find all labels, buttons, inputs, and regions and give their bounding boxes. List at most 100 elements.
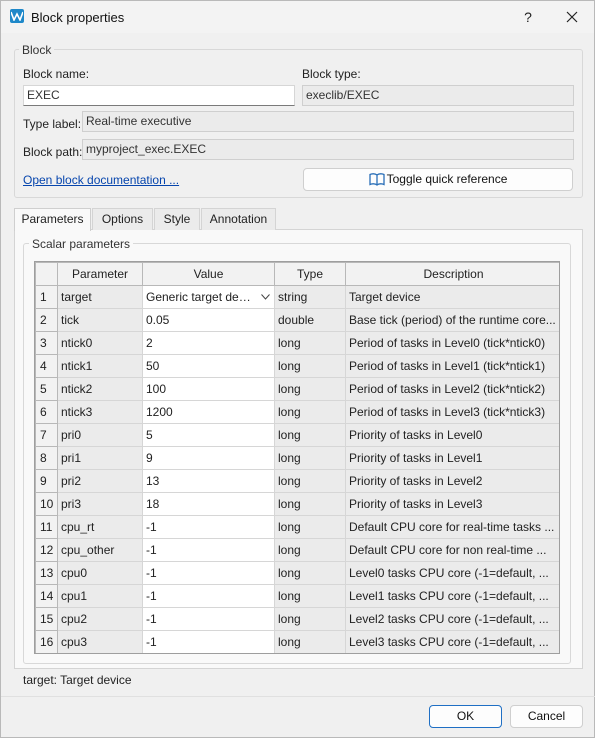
param-value-cell[interactable]: 13	[142, 469, 275, 493]
column-header-value[interactable]: Value	[142, 262, 275, 286]
param-name-cell: ntick0	[57, 331, 143, 355]
param-value-cell[interactable]: -1	[142, 630, 275, 653]
row-number[interactable]: 10	[35, 492, 58, 516]
param-type-cell: long	[274, 607, 346, 631]
param-desc-cell: Target device	[345, 285, 559, 309]
table-row: 8 pri1 9 long Priority of tasks in Level…	[35, 446, 559, 470]
param-desc-cell: Period of tasks in Level1 (tick*ntick1)	[345, 354, 559, 378]
table-row: 1 target Generic target device string Ta…	[35, 285, 559, 309]
param-name-cell: cpu_other	[57, 538, 143, 562]
param-value-cell[interactable]: 18	[142, 492, 275, 516]
param-type-cell: long	[274, 331, 346, 355]
param-type-cell: long	[274, 630, 346, 653]
ok-button[interactable]: OK	[429, 705, 502, 728]
param-value-cell[interactable]: 9	[142, 446, 275, 470]
param-value-cell[interactable]: 1200	[142, 400, 275, 424]
block-name-label: Block name:	[23, 67, 90, 81]
table-row: 14 cpu1 -1 long Level1 tasks CPU core (-…	[35, 584, 559, 608]
row-number[interactable]: 5	[35, 377, 58, 401]
param-name-cell: target	[57, 285, 143, 309]
type-label-field: Real-time executive	[82, 111, 574, 132]
row-number[interactable]: 11	[35, 515, 58, 539]
param-value-cell[interactable]: 2	[142, 331, 275, 355]
param-name-cell: pri0	[57, 423, 143, 447]
row-number[interactable]: 7	[35, 423, 58, 447]
table-header-row: Parameter Value Type Description	[35, 262, 559, 286]
table-row: 4 ntick1 50 long Period of tasks in Leve…	[35, 354, 559, 378]
row-number[interactable]: 12	[35, 538, 58, 562]
param-type-cell: double	[274, 308, 346, 332]
table-row: 12 cpu_other -1 long Default CPU core fo…	[35, 538, 559, 562]
param-name-cell: pri3	[57, 492, 143, 516]
param-desc-cell: Level3 tasks CPU core (-1=default, ...	[345, 630, 559, 653]
block-name-input[interactable]: EXEC	[23, 85, 295, 106]
param-desc-cell: Period of tasks in Level3 (tick*ntick3)	[345, 400, 559, 424]
param-type-cell: long	[274, 377, 346, 401]
param-desc-cell: Level0 tasks CPU core (-1=default, ...	[345, 561, 559, 585]
row-number[interactable]: 6	[35, 400, 58, 424]
open-documentation-link[interactable]: Open block documentation ...	[23, 173, 179, 187]
tab-style[interactable]: Style	[154, 208, 200, 230]
param-value-cell[interactable]: 50	[142, 354, 275, 378]
param-type-cell: long	[274, 423, 346, 447]
column-header-type[interactable]: Type	[274, 262, 346, 286]
tab-parameters[interactable]: Parameters	[14, 208, 91, 231]
param-desc-cell: Period of tasks in Level2 (tick*ntick2)	[345, 377, 559, 401]
param-name-cell: pri1	[57, 446, 143, 470]
param-value-cell[interactable]: -1	[142, 607, 275, 631]
cancel-button[interactable]: Cancel	[510, 705, 583, 728]
param-desc-cell: Default CPU core for non real-time ...	[345, 538, 559, 562]
param-type-cell: long	[274, 515, 346, 539]
tab-annotation[interactable]: Annotation	[201, 208, 276, 230]
block-path-label: Block path:	[23, 145, 83, 159]
table-row: 2 tick 0.05 double Base tick (period) of…	[35, 308, 559, 332]
column-header-description[interactable]: Description	[345, 262, 559, 286]
param-type-cell: long	[274, 561, 346, 585]
param-value-cell[interactable]: 100	[142, 377, 275, 401]
column-header-parameter[interactable]: Parameter	[57, 262, 143, 286]
param-value-cell[interactable]: -1	[142, 561, 275, 585]
param-desc-cell: Priority of tasks in Level2	[345, 469, 559, 493]
table-row: 9 pri2 13 long Priority of tasks in Leve…	[35, 469, 559, 493]
row-number[interactable]: 15	[35, 607, 58, 631]
table-row: 3 ntick0 2 long Period of tasks in Level…	[35, 331, 559, 355]
toggle-quick-reference-button[interactable]: Toggle quick reference	[303, 168, 573, 191]
scalar-parameters-title: Scalar parameters	[29, 237, 134, 251]
param-desc-cell: Priority of tasks in Level0	[345, 423, 559, 447]
param-value-cell[interactable]: 5	[142, 423, 275, 447]
row-number[interactable]: 14	[35, 584, 58, 608]
help-button[interactable]: ?	[508, 5, 548, 29]
block-type-label: Block type:	[302, 67, 361, 81]
param-name-cell: tick	[57, 308, 143, 332]
table-row: 16 cpu3 -1 long Level3 tasks CPU core (-…	[35, 630, 559, 653]
close-button[interactable]	[552, 5, 592, 29]
param-type-cell: long	[274, 492, 346, 516]
row-number[interactable]: 1	[35, 285, 58, 309]
footer-divider	[1, 696, 595, 697]
row-number[interactable]: 9	[35, 469, 58, 493]
param-value-cell[interactable]: -1	[142, 584, 275, 608]
row-number[interactable]: 13	[35, 561, 58, 585]
param-value-cell[interactable]: -1	[142, 515, 275, 539]
block-path-field: myproject_exec.EXEC	[82, 139, 574, 160]
row-number[interactable]: 4	[35, 354, 58, 378]
param-value-cell[interactable]: 0.05	[142, 308, 275, 332]
target-device-dropdown[interactable]: Generic target device	[142, 285, 275, 309]
param-name-cell: ntick3	[57, 400, 143, 424]
row-number[interactable]: 3	[35, 331, 58, 355]
param-value-cell[interactable]: -1	[142, 538, 275, 562]
row-number[interactable]: 2	[35, 308, 58, 332]
table-row: 11 cpu_rt -1 long Default CPU core for r…	[35, 515, 559, 539]
row-number[interactable]: 16	[35, 630, 58, 653]
param-name-cell: ntick2	[57, 377, 143, 401]
window-title: Block properties	[31, 10, 125, 25]
param-name-cell: cpu1	[57, 584, 143, 608]
param-desc-cell: Period of tasks in Level0 (tick*ntick0)	[345, 331, 559, 355]
toggle-quick-reference-label: Toggle quick reference	[386, 172, 508, 186]
tab-options[interactable]: Options	[92, 208, 153, 230]
row-number[interactable]: 8	[35, 446, 58, 470]
book-icon	[368, 172, 385, 193]
param-name-cell: cpu2	[57, 607, 143, 631]
parameters-table: Parameter Value Type Description 1 targe…	[34, 261, 560, 654]
table-row: 7 pri0 5 long Priority of tasks in Level…	[35, 423, 559, 447]
